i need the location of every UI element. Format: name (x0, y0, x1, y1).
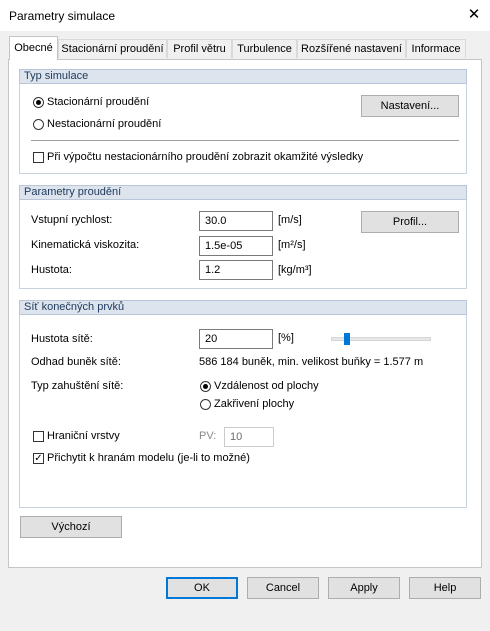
radio-stationary-flow[interactable] (33, 97, 44, 108)
kinematic-viscosity-input[interactable]: 1.5e-05 (199, 236, 273, 256)
mesh-density-slider[interactable] (331, 332, 431, 346)
tab-general[interactable]: Obecné (9, 36, 58, 60)
tab-advanced-settings[interactable]: Rozšířené nastavení (297, 39, 406, 58)
inlet-velocity-input[interactable]: 30.0 (199, 211, 273, 231)
ok-button[interactable]: OK (166, 577, 238, 599)
checkbox-show-instant-results[interactable] (33, 152, 44, 163)
separator (31, 140, 459, 141)
cancel-button[interactable]: Cancel (247, 577, 319, 599)
refinement-type-label: Typ zahuštění sítě: (31, 380, 124, 392)
radio-distance-from-surface-label[interactable]: Vzdálenost od plochy (214, 380, 319, 392)
kinematic-viscosity-unit: [m²/s] (278, 239, 306, 251)
tab-stationary-flow[interactable]: Stacionární proudění (58, 39, 167, 58)
checkbox-show-instant-results-label[interactable]: Při výpočtu nestacionárního proudění zob… (47, 151, 363, 163)
window-title: Parametry simulace (9, 9, 116, 23)
cell-estimate-label: Odhad buněk sítě: (31, 356, 121, 368)
help-button[interactable]: Help (409, 577, 481, 599)
radio-stationary-flow-label[interactable]: Stacionární proudění (47, 96, 149, 108)
density-unit: [kg/m³] (278, 264, 312, 276)
group-header-flow-parameters: Parametry proudění (19, 185, 467, 200)
pv-input[interactable]: 10 (224, 427, 274, 447)
apply-button[interactable]: Apply (328, 577, 400, 599)
mesh-density-unit: [%] (278, 332, 294, 344)
inlet-velocity-label: Vstupní rychlost: (31, 214, 113, 226)
cell-estimate-value: 586 184 buněk, min. velikost buňky = 1.5… (199, 356, 424, 368)
reset-defaults-button[interactable]: Výchozí (20, 516, 122, 538)
profile-button[interactable]: Profil... (361, 211, 459, 233)
slider-thumb[interactable] (344, 333, 350, 345)
radio-distance-from-surface[interactable] (200, 381, 211, 392)
settings-button[interactable]: Nastavení... (361, 95, 459, 117)
pv-label: PV: (199, 430, 217, 442)
radio-nonstationary-flow-label[interactable]: Nestacionární proudění (47, 118, 161, 130)
checkbox-boundary-layers[interactable] (33, 431, 44, 442)
radio-surface-curvature[interactable] (200, 399, 211, 410)
density-label: Hustota: (31, 264, 72, 276)
group-header-simulation-type: Typ simulace (19, 69, 467, 84)
radio-nonstationary-flow[interactable] (33, 119, 44, 130)
tab-turbulence[interactable]: Turbulence (232, 39, 297, 58)
density-input[interactable]: 1.2 (199, 260, 273, 280)
group-header-finite-mesh: Síť konečných prvků (19, 300, 467, 315)
checkbox-snap-to-edges-label[interactable]: Přichytit k hranám modelu (je-li to možn… (47, 452, 250, 464)
radio-surface-curvature-label[interactable]: Zakřivení plochy (214, 398, 294, 410)
checkbox-boundary-layers-label[interactable]: Hraniční vrstvy (47, 430, 120, 442)
tab-wind-profile[interactable]: Profil větru (167, 39, 232, 58)
inlet-velocity-unit: [m/s] (278, 214, 302, 226)
mesh-density-label: Hustota sítě: (31, 333, 93, 345)
checkbox-snap-to-edges[interactable]: ✓ (33, 453, 44, 464)
tab-information[interactable]: Informace (406, 39, 466, 58)
kinematic-viscosity-label: Kinematická viskozita: (31, 239, 140, 251)
close-icon[interactable]: ✕ (462, 4, 486, 26)
mesh-density-input[interactable]: 20 (199, 329, 273, 349)
